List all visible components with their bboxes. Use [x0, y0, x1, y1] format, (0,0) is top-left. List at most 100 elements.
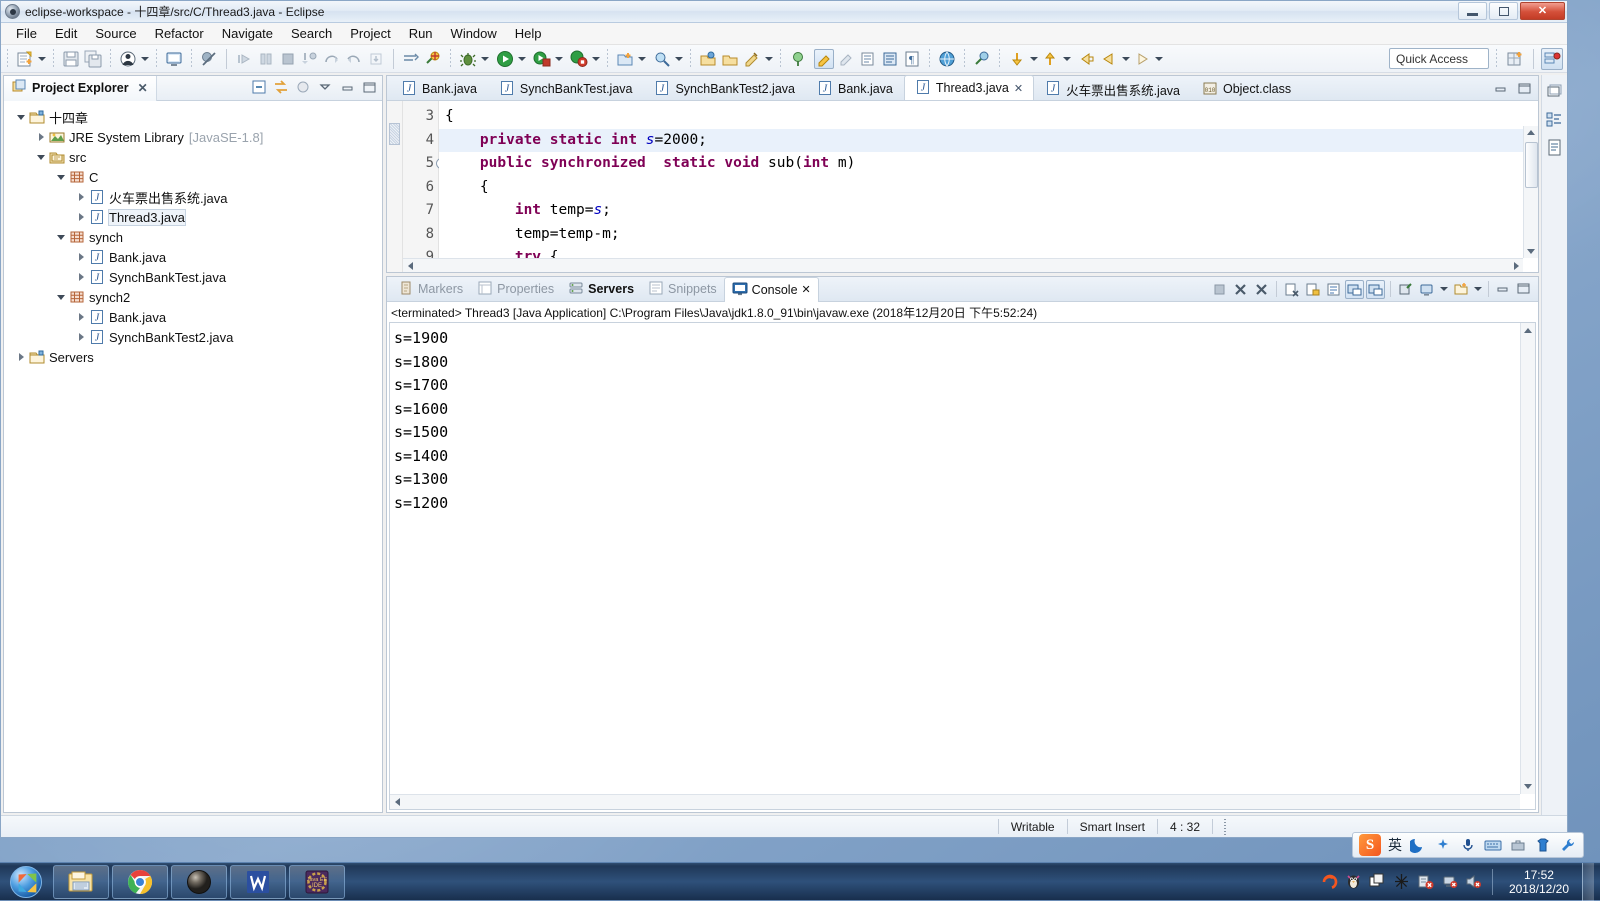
- code-line[interactable]: public synchronized static void sub(int …: [445, 152, 1538, 176]
- editor-tab[interactable]: JSynchBankTest2.java: [643, 77, 806, 100]
- run-server-dropdown-icon[interactable]: [553, 49, 564, 69]
- toolbox-icon[interactable]: [1509, 836, 1527, 854]
- scroll-up-icon[interactable]: [1525, 126, 1538, 139]
- chevron-down-icon[interactable]: [54, 290, 68, 304]
- chevron-down-icon[interactable]: [54, 230, 68, 244]
- scroll-down-icon[interactable]: [1521, 780, 1534, 793]
- menu-source[interactable]: Source: [86, 24, 145, 43]
- quick-access-input[interactable]: Quick Access: [1389, 48, 1489, 69]
- close-icon[interactable]: ✕: [1014, 82, 1023, 95]
- scroll-down-icon[interactable]: [1525, 245, 1538, 258]
- task-list-icon[interactable]: [1545, 137, 1565, 157]
- console-horizontal-scrollbar[interactable]: [390, 794, 1520, 809]
- maximize-icon[interactable]: [360, 78, 378, 96]
- previous-annotation-dropdown-icon[interactable]: [1061, 49, 1072, 69]
- run-external-tools-icon[interactable]: [423, 49, 443, 69]
- show-whitespace-icon[interactable]: [880, 49, 900, 69]
- menu-project[interactable]: Project: [341, 24, 399, 43]
- back-icon[interactable]: [1077, 49, 1097, 69]
- moon-icon[interactable]: [1409, 836, 1427, 854]
- console-panel-tab[interactable]: Console✕: [724, 277, 819, 302]
- open-type-icon[interactable]: [698, 49, 718, 69]
- snowflake-icon[interactable]: [1393, 873, 1410, 890]
- sogou-tray-icon[interactable]: [1321, 873, 1338, 890]
- next-annotation-dropdown-icon[interactable]: [1028, 49, 1039, 69]
- pin-console-icon[interactable]: [1396, 280, 1415, 299]
- new-java-project-icon[interactable]: [615, 49, 635, 69]
- taskbar-eclipse-javaee[interactable]: Java EE IDE: [289, 865, 345, 899]
- new-java-class-dropdown-icon[interactable]: [139, 49, 150, 69]
- menu-refactor[interactable]: Refactor: [146, 24, 213, 43]
- toggle-breakpoint-icon[interactable]: [199, 49, 219, 69]
- scroll-right-icon[interactable]: [1509, 259, 1523, 272]
- new-java-project-dropdown-icon[interactable]: [636, 49, 647, 69]
- run-dropdown-icon[interactable]: [516, 49, 527, 69]
- step-return-icon[interactable]: [344, 49, 364, 69]
- show-desktop-button[interactable]: [1582, 863, 1594, 901]
- editor-tab[interactable]: JBank.java: [806, 77, 904, 100]
- settings-wrench-icon[interactable]: [1559, 836, 1577, 854]
- forward-dropdown-icon[interactable]: [1153, 49, 1164, 69]
- new-java-class-icon[interactable]: [118, 49, 138, 69]
- restore-icon[interactable]: [836, 49, 856, 69]
- window-copy-icon[interactable]: [1369, 873, 1386, 890]
- tree-item[interactable]: JThread3.java: [4, 207, 382, 227]
- chevron-right-icon[interactable]: [74, 310, 88, 324]
- minimize-icon[interactable]: [1492, 80, 1510, 98]
- chevron-right-icon[interactable]: [74, 330, 88, 344]
- display-selected-console-dropdown-icon[interactable]: [1438, 279, 1449, 299]
- console-panel-tab[interactable]: Servers: [561, 277, 641, 302]
- editor-tabbar[interactable]: JBank.javaJSynchBankTest.javaJSynchBankT…: [387, 76, 1538, 101]
- menu-file[interactable]: File: [7, 24, 46, 43]
- link-with-editor-icon[interactable]: [272, 78, 290, 96]
- console-panel-tab[interactable]: Snippets: [641, 277, 724, 302]
- open-console-icon[interactable]: [1451, 280, 1470, 299]
- open-console-icon[interactable]: [164, 49, 184, 69]
- console-vertical-scrollbar[interactable]: [1520, 323, 1535, 794]
- scroll-lock-icon[interactable]: [1303, 280, 1322, 299]
- source-code-text[interactable]: { private static int s=2000; public sync…: [439, 101, 1538, 272]
- scroll-left-icon[interactable]: [390, 795, 404, 808]
- network-disconnected-icon[interactable]: [1441, 873, 1458, 890]
- tree-item[interactable]: synch2: [4, 287, 382, 307]
- status-more-icon[interactable]: [1213, 819, 1237, 835]
- show-console-on-error-icon[interactable]: [1366, 280, 1385, 299]
- chevron-right-icon[interactable]: [34, 130, 48, 144]
- tree-item[interactable]: J火车票出售系统.java: [4, 187, 382, 207]
- console-toolbar[interactable]: [1210, 279, 1534, 299]
- close-button[interactable]: ✕: [1520, 2, 1565, 20]
- collapse-all-icon[interactable]: [250, 78, 268, 96]
- close-icon[interactable]: ✕: [802, 283, 811, 296]
- terminate-icon[interactable]: [278, 49, 298, 69]
- taskbar-clock[interactable]: 17:52 2018/12/20: [1503, 868, 1575, 896]
- close-icon[interactable]: ✕: [138, 81, 148, 95]
- skin-icon[interactable]: [1534, 836, 1552, 854]
- tree-item[interactable]: JSynchBankTest2.java: [4, 327, 382, 347]
- taskbar-sphere-app[interactable]: [171, 865, 227, 899]
- remove-launch-icon[interactable]: [1231, 280, 1250, 299]
- terminate-icon[interactable]: [1210, 280, 1229, 299]
- minimize-icon[interactable]: [338, 78, 356, 96]
- new-annotation-icon[interactable]: [742, 49, 762, 69]
- console-output-area[interactable]: s=1900s=1800s=1700s=1600s=1500s=1400s=13…: [389, 322, 1536, 810]
- tree-item[interactable]: Servers: [4, 347, 382, 367]
- chevron-down-icon[interactable]: [54, 170, 68, 184]
- back-dropdown-icon[interactable]: [1120, 49, 1131, 69]
- drop-to-frame-icon[interactable]: [366, 49, 386, 69]
- menu-navigate[interactable]: Navigate: [213, 24, 282, 43]
- maximize-icon[interactable]: [1516, 80, 1534, 98]
- resume-icon[interactable]: [234, 49, 254, 69]
- outline-view-icon[interactable]: [1545, 109, 1565, 129]
- volume-muted-icon[interactable]: [1465, 873, 1482, 890]
- editor-tab[interactable]: 010Object.class: [1191, 77, 1302, 100]
- chevron-right-icon[interactable]: [74, 190, 88, 204]
- keyboard-icon[interactable]: [1484, 836, 1502, 854]
- search-dropdown-icon[interactable]: [673, 49, 684, 69]
- menu-run[interactable]: Run: [400, 24, 442, 43]
- back2-icon[interactable]: [1099, 49, 1119, 69]
- debug-icon[interactable]: [458, 49, 478, 69]
- editor-marker-bar[interactable]: [387, 101, 403, 272]
- new-wizard-dropdown-icon[interactable]: [36, 49, 47, 69]
- tree-item[interactable]: src: [4, 147, 382, 167]
- penguin-qq-icon[interactable]: [1345, 873, 1362, 890]
